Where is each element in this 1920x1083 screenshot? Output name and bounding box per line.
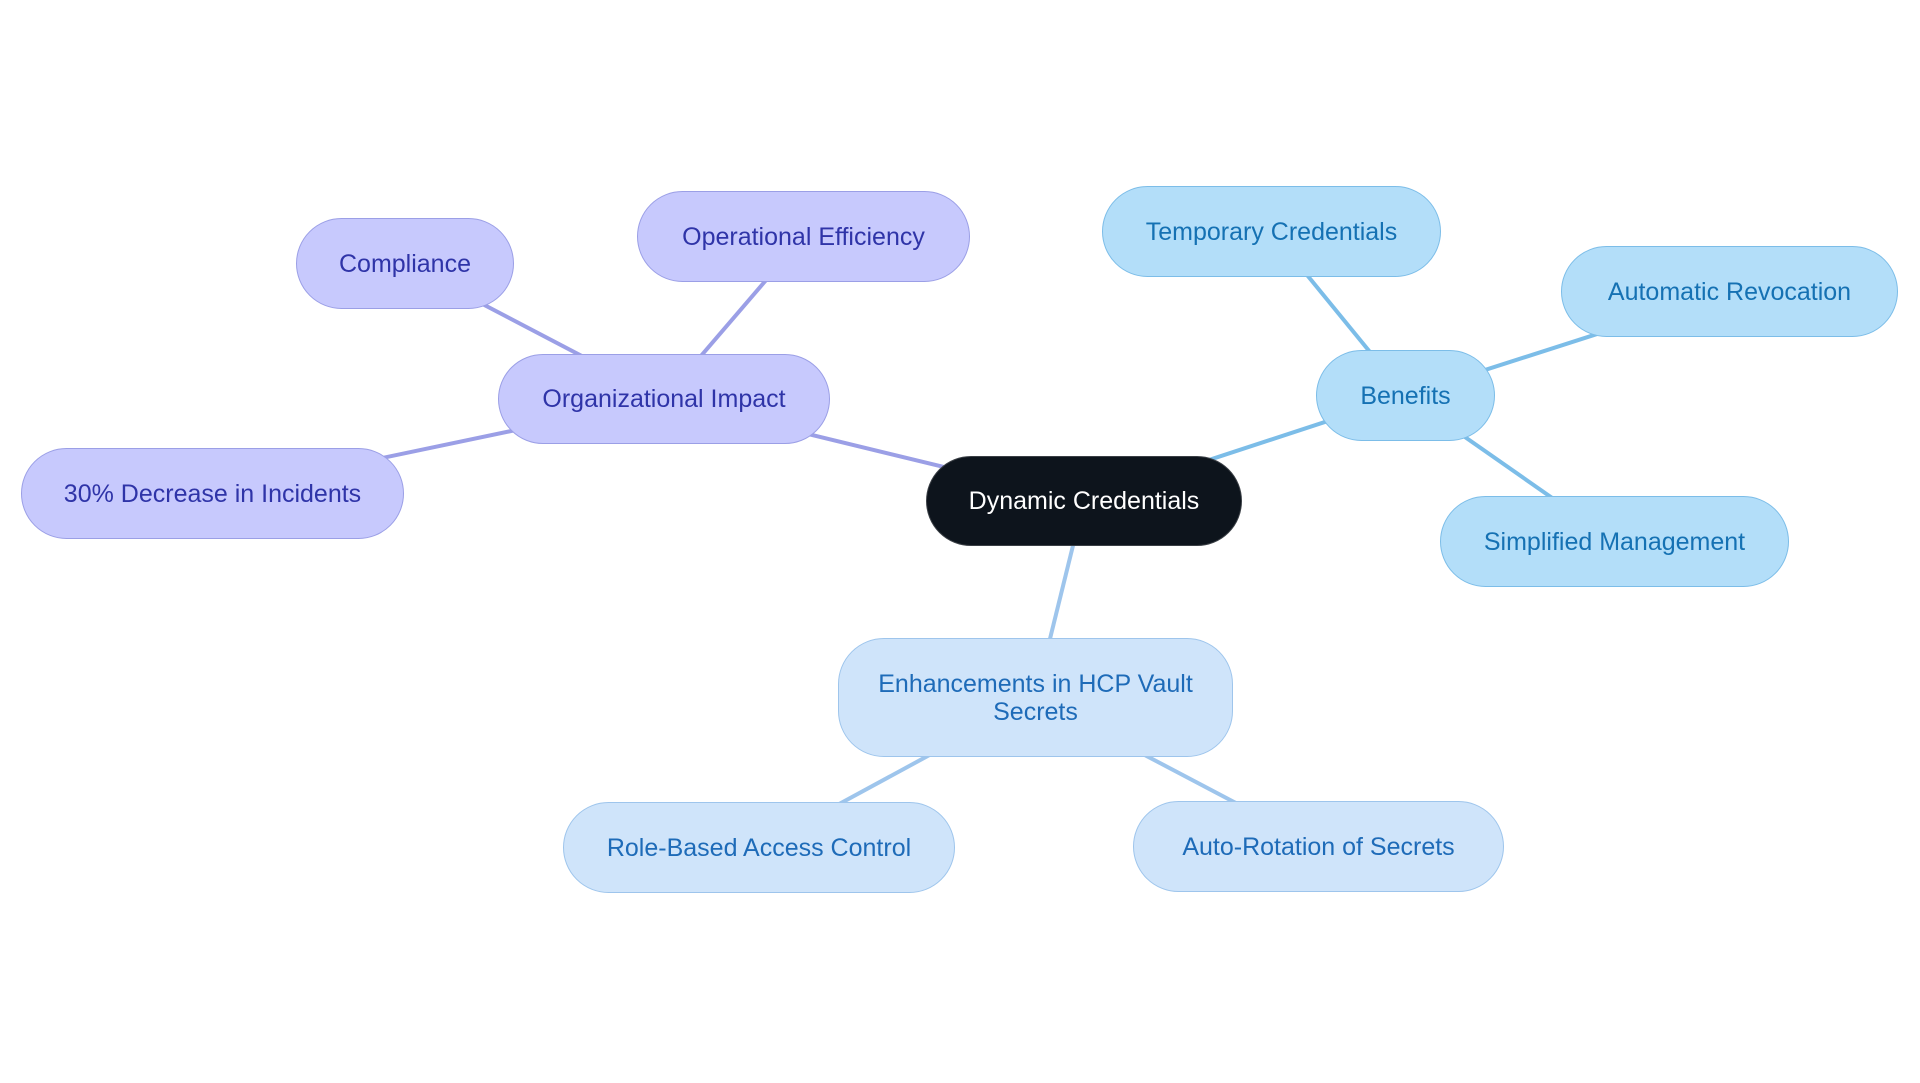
root-node-label: Dynamic Credentials <box>968 487 1200 515</box>
leaf-node-label: 30% Decrease in Incidents <box>63 479 362 508</box>
branch-node-enhancements-in-hcp-vault-secrets[interactable]: Enhancements in HCP Vault Secrets <box>838 638 1233 757</box>
leaf-node-role-based-access-control[interactable]: Role-Based Access Control <box>563 802 955 893</box>
leaf-node-label: Compliance <box>338 249 471 278</box>
leaf-node-operational-efficiency[interactable]: Operational Efficiency <box>637 191 970 282</box>
leaf-node-label: Role-Based Access Control <box>606 833 912 862</box>
leaf-node-automatic-revocation[interactable]: Automatic Revocation <box>1561 246 1898 337</box>
branch-node-label: Benefits <box>1360 381 1451 410</box>
leaf-node-30-percent-decrease-in-incidents[interactable]: 30% Decrease in Incidents <box>21 448 404 539</box>
leaf-node-auto-rotation-of-secrets[interactable]: Auto-Rotation of Secrets <box>1133 801 1504 892</box>
branch-node-benefits[interactable]: Benefits <box>1316 350 1495 441</box>
leaf-node-label: Operational Efficiency <box>682 222 925 251</box>
branch-node-organizational-impact[interactable]: Organizational Impact <box>498 354 830 444</box>
leaf-node-simplified-management[interactable]: Simplified Management <box>1440 496 1789 587</box>
leaf-node-label: Temporary Credentials <box>1145 217 1398 246</box>
leaf-node-label: Automatic Revocation <box>1607 277 1852 306</box>
leaf-node-label: Simplified Management <box>1483 527 1746 556</box>
root-node-dynamic-credentials[interactable]: Dynamic Credentials <box>926 456 1242 546</box>
leaf-node-label: Auto-Rotation of Secrets <box>1182 832 1455 861</box>
branch-node-label: Enhancements in HCP Vault Secrets <box>878 669 1193 726</box>
leaf-node-compliance[interactable]: Compliance <box>296 218 514 309</box>
leaf-node-temporary-credentials[interactable]: Temporary Credentials <box>1102 186 1441 277</box>
branch-node-label: Organizational Impact <box>542 385 786 413</box>
